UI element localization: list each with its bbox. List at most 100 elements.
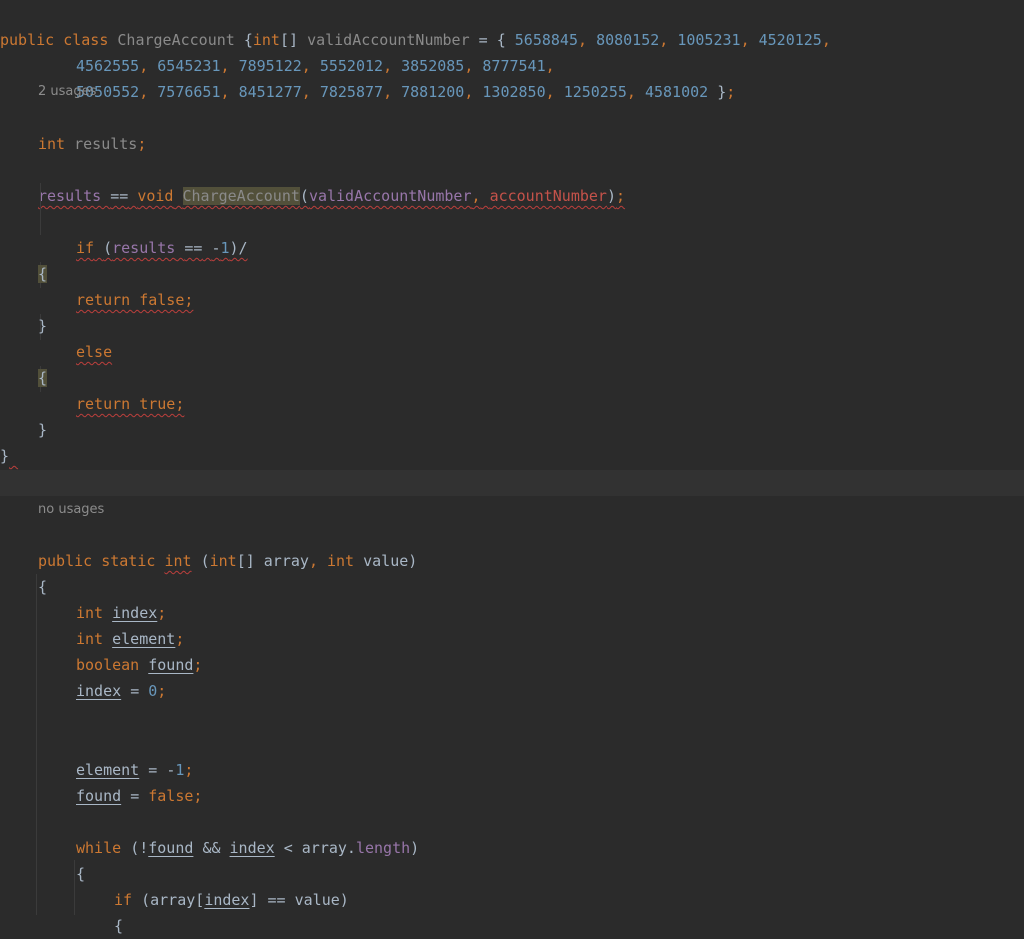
code-line-inner-if-brace[interactable]: {	[114, 887, 123, 935]
equals-op: ==	[110, 187, 129, 205]
account-number: 1250255	[563, 83, 627, 101]
code-line-brace-close[interactable]: }	[38, 391, 47, 439]
equals-op: ==	[184, 239, 203, 257]
array-brackets: []	[236, 552, 255, 570]
var-found[interactable]: found	[76, 787, 121, 805]
keyword-void: void	[137, 187, 174, 205]
open-brace: {	[38, 265, 48, 283]
less-than-op: <	[283, 839, 293, 857]
open-brace: {	[114, 917, 124, 935]
code-line-method-signature[interactable]: public static int (int[] array, int valu…	[38, 522, 417, 570]
param-type: int	[327, 552, 355, 570]
semicolon: ;	[616, 187, 626, 205]
return-false-statement: return false;	[76, 291, 194, 309]
usages-hint-method[interactable]: no usages	[38, 500, 104, 520]
code-line-return-false[interactable]: return false;	[76, 261, 193, 309]
param-array[interactable]: array	[264, 552, 309, 570]
close-paren: )	[606, 187, 616, 205]
code-line-method-brace-open[interactable]: {	[38, 548, 47, 596]
method-separator	[0, 470, 1024, 496]
code-line-method-call[interactable]: results == void ChargeAccount(validAccou…	[38, 157, 625, 205]
code-line-account-numbers-2[interactable]: 4562555, 6545231, 7895122, 5552012, 3852…	[76, 27, 555, 75]
code-line-inner-if[interactable]: if (array[index] == value)	[114, 861, 349, 909]
param-value[interactable]: value	[363, 552, 408, 570]
code-line-account-numbers-3[interactable]: 5050552, 7576651, 8451277, 7825877, 7881…	[76, 53, 735, 101]
code-line-brace-open[interactable]: {	[38, 339, 48, 387]
code-line-class-close[interactable]: }	[0, 417, 18, 465]
var-index[interactable]: index	[76, 682, 121, 700]
code-line-element-init[interactable]: element = -1;	[76, 731, 193, 779]
open-paren-not: (!	[130, 839, 149, 857]
account-number: 8080152	[596, 31, 660, 49]
arg-account-number[interactable]: accountNumber	[490, 187, 607, 205]
code-line-found-init[interactable]: found = false;	[76, 757, 202, 805]
assign-op: =	[130, 682, 140, 700]
method-charge-account[interactable]: ChargeAccount	[182, 187, 300, 205]
code-line-decl-found[interactable]: boolean found;	[76, 626, 202, 674]
comma: ,	[471, 187, 481, 205]
var-results[interactable]: results	[112, 239, 175, 257]
semicolon: ;	[726, 83, 736, 101]
indent-guide	[74, 860, 75, 915]
and-op: &&	[202, 839, 221, 857]
account-number: 8451277	[238, 83, 302, 101]
array-access-open: (array[	[141, 891, 205, 909]
keyword-if: if	[76, 239, 95, 257]
code-line-brace-close[interactable]: }	[38, 287, 47, 335]
account-numbers-row-1: 5658845, 8080152, 1005231, 4520125,	[514, 31, 831, 49]
array-close-brace: }	[717, 83, 727, 101]
return-true-statement: return true;	[76, 395, 185, 413]
code-line-results-decl[interactable]: int results;	[38, 105, 146, 153]
var-results[interactable]: results	[38, 187, 101, 205]
var-index[interactable]: index	[204, 891, 249, 909]
account-number: 7881200	[401, 83, 465, 101]
open-brace: {	[38, 369, 48, 387]
field-results[interactable]: results	[74, 135, 137, 153]
code-line-else[interactable]: else	[76, 313, 112, 361]
account-number: 4520125	[758, 31, 822, 49]
close-paren-slash: )/	[229, 239, 248, 257]
close-brace: }	[38, 421, 48, 439]
code-line-index-init[interactable]: index = 0;	[76, 652, 166, 700]
var-array[interactable]: array.	[302, 839, 356, 857]
indent-guide	[36, 574, 37, 915]
account-number: 7576651	[157, 83, 221, 101]
close-paren: )	[408, 552, 418, 570]
code-line-decl-element[interactable]: int element;	[76, 600, 184, 648]
open-paren: (	[299, 187, 309, 205]
code-line-while[interactable]: while (!found && index < array.length)	[76, 809, 419, 857]
keyword-int: int	[38, 135, 66, 153]
property-length[interactable]: length	[356, 839, 410, 857]
minus-sign: -	[211, 239, 221, 257]
close-paren: )	[410, 839, 420, 857]
account-number: 1005231	[677, 31, 741, 49]
code-line-brace-open[interactable]: {	[38, 235, 48, 283]
code-line-decl-index[interactable]: int index;	[76, 574, 166, 622]
code-line-return-true[interactable]: return true;	[76, 365, 184, 413]
code-line-while-brace[interactable]: {	[76, 835, 85, 883]
comparison-rest: ] == value)	[249, 891, 349, 909]
usages-hint-results[interactable]: 2 usages	[38, 82, 96, 102]
open-brace: {	[76, 865, 86, 883]
code-line-if[interactable]: if (results == -1)/	[76, 209, 248, 257]
open-paren: (	[103, 239, 113, 257]
assign-op: =	[130, 787, 140, 805]
semicolon: ;	[137, 135, 147, 153]
number-literal: 1	[220, 239, 230, 257]
var-found[interactable]: found	[148, 839, 193, 857]
code-line-class-decl[interactable]: public class ChargeAccount {int[] validA…	[0, 1, 831, 49]
arg-valid-account-number[interactable]: validAccountNumber	[309, 187, 472, 205]
var-index[interactable]: index	[230, 839, 275, 857]
class-close-brace: }	[0, 447, 10, 465]
account-number: 1302850	[482, 83, 546, 101]
open-brace: {	[38, 578, 48, 596]
keyword-public: public	[0, 31, 55, 49]
param-type: int	[209, 552, 237, 570]
number-literal: 0	[148, 682, 158, 700]
indent-guide	[40, 183, 41, 235]
open-paren: (	[200, 552, 210, 570]
comma: ,	[308, 552, 318, 570]
account-number: 4581002	[644, 83, 709, 101]
error-marker	[9, 447, 18, 465]
keyword-else: else	[76, 343, 113, 361]
